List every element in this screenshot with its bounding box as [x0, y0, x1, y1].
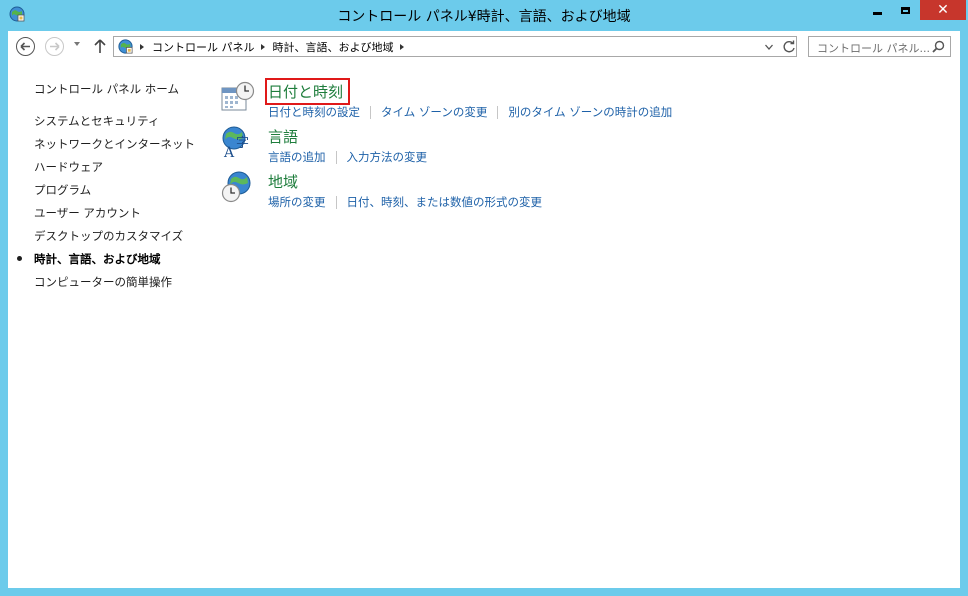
svg-text:A: A	[223, 145, 235, 159]
close-button[interactable]: ✕	[920, 0, 966, 20]
breadcrumb-clock-language-region[interactable]: 時計、言語、および地域	[273, 39, 394, 55]
forward-button[interactable]	[45, 37, 64, 56]
category-region: 地域 場所の変更 日付、時刻、または数値の形式の変更	[220, 165, 920, 209]
sidebar-item-ease-of-access[interactable]: コンピューターの簡単操作	[34, 274, 172, 290]
change-location-link[interactable]: 場所の変更	[268, 194, 326, 210]
back-button[interactable]	[16, 37, 35, 56]
region-globe-clock-icon[interactable]	[220, 170, 256, 204]
sidebar-item-network-internet[interactable]: ネットワークとインターネット	[34, 136, 195, 152]
search-box[interactable]: コントロール パネル...	[808, 36, 951, 57]
back-arrow-icon	[20, 42, 30, 51]
maximize-button[interactable]	[892, 0, 918, 20]
breadcrumb-separator-icon[interactable]	[140, 44, 144, 50]
calendar-clock-icon[interactable]	[220, 80, 256, 114]
control-panel-location-icon	[118, 39, 133, 54]
current-item-bullet-icon	[17, 256, 22, 261]
control-panel-window: コントロール パネル¥時計、言語、および地域 ✕ コントロール パネル 時計、言…	[0, 0, 968, 596]
link-separator	[335, 150, 337, 164]
address-dropdown-icon[interactable]	[764, 42, 774, 52]
address-bar[interactable]: コントロール パネル 時計、言語、および地域	[113, 36, 797, 57]
set-date-time-link[interactable]: 日付と時刻の設定	[268, 104, 360, 120]
language-globe-icon[interactable]: 字 A	[220, 125, 256, 159]
sidebar-item-clock-language-region[interactable]: 時計、言語、および地域	[34, 251, 161, 267]
category-title-language[interactable]: 言語	[268, 126, 298, 147]
client-area: コントロール パネル 時計、言語、および地域 コントロール パネル... コント…	[8, 31, 960, 588]
link-separator	[497, 105, 499, 119]
category-links-region: 場所の変更 日付、時刻、または数値の形式の変更	[268, 194, 542, 210]
sidebar-item-user-accounts[interactable]: ユーザー アカウント	[34, 205, 141, 221]
refresh-icon[interactable]	[782, 39, 796, 54]
svg-text:字: 字	[236, 136, 249, 151]
minimize-button[interactable]	[864, 0, 890, 20]
breadcrumb-separator-icon[interactable]	[260, 44, 265, 50]
minimize-icon	[872, 11, 882, 15]
sidebar-item-hardware[interactable]: ハードウェア	[34, 159, 103, 175]
add-language-link[interactable]: 言語の追加	[268, 149, 326, 165]
category-title-date-time[interactable]: 日付と時刻	[264, 78, 351, 105]
category-date-time: 日付と時刻 日付と時刻の設定 タイム ゾーンの変更 別のタイム ゾーンの時計の追…	[220, 75, 920, 119]
forward-arrow-icon	[50, 42, 60, 51]
close-icon: ✕	[937, 2, 949, 18]
breadcrumb-control-panel[interactable]: コントロール パネル	[152, 39, 255, 55]
category-links-language: 言語の追加 入力方法の変更	[268, 149, 427, 165]
change-time-zone-link[interactable]: タイム ゾーンの変更	[381, 104, 487, 120]
sidebar-item-programs[interactable]: プログラム	[34, 182, 91, 198]
change-date-time-number-formats-link[interactable]: 日付、時刻、または数値の形式の変更	[347, 194, 543, 210]
add-clock-other-time-zone-link[interactable]: 別のタイム ゾーンの時計の追加	[508, 104, 672, 120]
up-arrow-icon[interactable]	[92, 36, 108, 56]
category-language: 字 A 言語 言語の追加 入力方法の変更	[220, 120, 920, 164]
breadcrumb: コントロール パネル 時計、言語、および地域	[138, 39, 412, 55]
change-input-method-link[interactable]: 入力方法の変更	[347, 149, 428, 165]
navigation-bar: コントロール パネル 時計、言語、および地域 コントロール パネル...	[8, 31, 960, 63]
sidebar-item-desktop-customization[interactable]: デスクトップのカスタマイズ	[34, 228, 183, 244]
recent-locations-dropdown-icon[interactable]	[74, 42, 80, 46]
sidebar-item-system-security[interactable]: システムとセキュリティ	[34, 113, 159, 129]
link-separator	[335, 195, 337, 209]
maximize-icon	[900, 6, 910, 14]
search-input[interactable]: コントロール パネル...	[817, 40, 930, 56]
category-links-date-time: 日付と時刻の設定 タイム ゾーンの変更 別のタイム ゾーンの時計の追加	[268, 104, 672, 120]
window-title: コントロール パネル¥時計、言語、および地域	[337, 9, 631, 25]
breadcrumb-separator-icon[interactable]	[399, 44, 404, 50]
title-bar[interactable]: コントロール パネル¥時計、言語、および地域 ✕	[0, 0, 968, 31]
link-separator	[370, 105, 371, 119]
category-title-region[interactable]: 地域	[268, 171, 298, 192]
sidebar-item-control-panel-home[interactable]: コントロール パネル ホーム	[34, 81, 179, 97]
search-icon[interactable]	[932, 40, 945, 53]
